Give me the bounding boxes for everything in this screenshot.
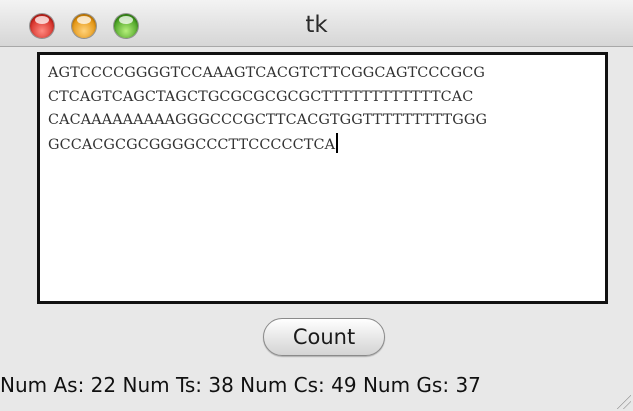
- sequence-text-area[interactable]: AGTCCCCGGGGTCCAAAGTCACGTCTTCGGCAGTCCCGCG…: [37, 52, 608, 304]
- count-button[interactable]: Count: [263, 318, 385, 356]
- window-title: tk: [305, 12, 328, 38]
- sequence-line: CTCAGTCAGCTAGCTGCGCGCGCGCTTTTTTTTTTTTCAC: [48, 88, 474, 105]
- sequence-line-last: GCCACGCGCGGGGCCCTTCCCCCTCA: [48, 132, 605, 158]
- nucleotide-counts-label: Num As: 22 Num Ts: 38 Num Cs: 49 Num Gs:…: [0, 373, 481, 397]
- app-window: tk AGTCCCCGGGGTCCAAAGTCACGTCTTCGGCAGTCCC…: [0, 0, 633, 411]
- sequence-line: CACAAAAAAAAAGGGCCCGCTTCACGTGGTTTTTTTTTGG…: [48, 112, 488, 128]
- resize-grip-icon[interactable]: [617, 395, 631, 409]
- title-bar[interactable]: tk: [0, 0, 633, 47]
- sequence-line-text: GCCACGCGCGGGGCCCTTCCCCCTCA: [48, 136, 336, 153]
- text-cursor: [336, 132, 339, 153]
- sequence-line: AGTCCCCGGGGTCCAAAGTCACGTCTTCGGCAGTCCCGCG: [48, 65, 485, 81]
